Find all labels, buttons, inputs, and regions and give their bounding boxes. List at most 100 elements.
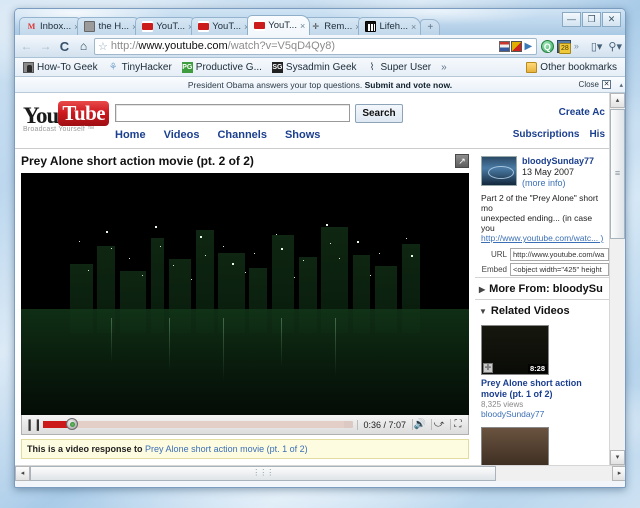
youtube-masthead: You Tube Broadcast Yourself ™ Search Home… [15, 93, 611, 149]
reload-icon[interactable]: C [56, 38, 73, 55]
other-bookmarks-folder[interactable]: Other bookmarks [522, 61, 621, 73]
bookmarks-overflow-icon[interactable]: » [437, 62, 451, 73]
history-link[interactable]: His [589, 129, 605, 140]
nav-item-shows[interactable]: Shows [285, 129, 320, 141]
browser-tab-remember[interactable]: ✛ Rem... × [303, 17, 366, 35]
related-video-uploader[interactable]: bloodySunday77 [481, 409, 607, 419]
expand-icon[interactable]: ↗ [455, 154, 469, 168]
sysadmin-geek-icon: SG [271, 61, 283, 73]
url-domain: www.youtube.com [138, 40, 228, 52]
calendar-28-icon[interactable] [556, 39, 571, 54]
search-input[interactable] [115, 104, 350, 122]
browser-tab-youtube-active[interactable]: YouT... × [247, 15, 311, 35]
bookmark-how-to-geek[interactable]: How-To Geek [19, 61, 102, 73]
search-button[interactable]: Search [355, 104, 403, 123]
avatar[interactable] [481, 156, 517, 186]
notification-close-label[interactable]: Close [579, 80, 599, 89]
address-bar[interactable]: ☆ http://www.youtube.com/watch?v=V5qD4Qy… [94, 37, 537, 55]
browser-tab-lifehacker[interactable]: Lifeh... × [358, 17, 422, 35]
bookmark-star-icon[interactable]: ☆ [98, 40, 108, 53]
page-menu-icon[interactable]: ▯▾ [591, 40, 603, 53]
description-link[interactable]: http://www.youtube.com/watc... ) [481, 233, 603, 243]
page-horizontal-scrollbar[interactable]: ◂ ▸ [15, 465, 625, 481]
browser-tab-inbox[interactable]: M Inbox... × [19, 17, 85, 35]
new-tab-icon: + [427, 22, 434, 33]
fullscreen-icon[interactable]: ⛶ [450, 419, 465, 430]
player-controls: ❙❙ 0:36 / 7:07 🔊 ⤻ ⛶ [21, 415, 469, 435]
nav-item-videos[interactable]: Videos [164, 129, 200, 141]
how-to-geek-icon [23, 61, 34, 73]
scroll-right-button[interactable]: ▸ [612, 466, 625, 481]
home-icon[interactable]: ⌂ [75, 38, 92, 55]
bookmark-label: Super User [380, 61, 432, 73]
bookmark-sysadmin-geek[interactable]: SG Sysadmin Geek [268, 61, 361, 73]
seek-bar[interactable] [43, 418, 354, 430]
wrench-menu-icon[interactable]: ⚲▾ [608, 40, 622, 53]
tab-close-icon[interactable]: × [411, 22, 416, 32]
scroll-down-button[interactable]: ▾ [610, 450, 625, 465]
bookmark-productive-geek[interactable]: PG Productive G... [178, 61, 266, 73]
color-swatch-icon[interactable] [510, 40, 522, 52]
nav-item-channels[interactable]: Channels [217, 129, 267, 141]
seek-handle[interactable] [66, 418, 79, 430]
scroll-left-button[interactable]: ◂ [15, 466, 30, 481]
url-field-input[interactable]: http://www.youtube.com/wa [510, 248, 609, 261]
list-item[interactable]: ✛ 8:28 Prey Alone short action movie (pt… [475, 321, 611, 423]
video-thumbnail[interactable]: ✛ 8:28 [481, 325, 549, 375]
horizontal-scroll-track[interactable] [30, 466, 612, 481]
youtube-icon [254, 20, 266, 31]
section-more-from[interactable]: ▶ More From: bloodySu [475, 277, 611, 299]
play-icon[interactable]: ▶ [523, 41, 534, 52]
forward-icon[interactable]: → [37, 38, 54, 55]
repeat-icon[interactable]: ⤻ [431, 419, 446, 430]
add-to-queue-icon[interactable]: ✛ [483, 363, 493, 373]
folder-icon [526, 61, 538, 73]
back-icon[interactable]: ← [18, 38, 35, 55]
subscriptions-link[interactable]: Subscriptions [513, 129, 580, 140]
notification-text: President Obama answers your top questio… [187, 79, 365, 90]
volume-icon[interactable]: 🔊 [412, 419, 427, 430]
flag-icon[interactable] [498, 40, 510, 52]
tab-close-icon[interactable]: × [300, 21, 305, 31]
browser-tab-the-h[interactable]: the H... × [77, 17, 143, 35]
embed-field-input[interactable]: <object width="425" height [510, 263, 609, 276]
nav-item-home[interactable]: Home [115, 129, 146, 141]
maximize-button[interactable]: ❐ [582, 12, 601, 27]
tab-list: M Inbox... × the H... × YouT... × YouT.. [19, 15, 441, 35]
horizontal-scroll-thumb[interactable] [30, 466, 496, 481]
page-viewport: You Tube Broadcast Yourself ™ Search Home… [15, 93, 625, 481]
super-user-icon: ⌇ [369, 61, 375, 73]
related-video-title[interactable]: Prey Alone short action movie (pt. 1 of … [481, 378, 607, 400]
minimize-button[interactable]: — [562, 12, 581, 27]
notification-cta[interactable]: Submit and vote now. [365, 80, 453, 90]
video-player[interactable] [21, 173, 469, 415]
embed-field-label: Embed [481, 265, 507, 274]
tab-label: YouT... [268, 20, 297, 31]
uploader-name[interactable]: bloodySunday77 [522, 156, 594, 167]
other-bookmarks-label: Other bookmarks [540, 61, 617, 73]
response-note-link[interactable]: Prey Alone short action movie (pt. 1 of … [145, 444, 308, 454]
scroll-up-caret-icon[interactable]: ▴ [619, 81, 623, 89]
close-button[interactable]: ✕ [602, 12, 621, 27]
browser-tab-youtube-2[interactable]: YouT... × [191, 17, 255, 35]
youtube-icon [198, 21, 210, 32]
section-related-videos[interactable]: ▼ Related Videos [475, 299, 611, 321]
close-icon[interactable]: ✕ [602, 80, 611, 89]
bookmarks-bar: How-To Geek ⚘ TinyHacker PG Productive G… [15, 58, 625, 77]
create-account-link[interactable]: Create Ac [559, 107, 605, 118]
chevron-overflow-icon[interactable]: » [574, 41, 579, 51]
page-vertical-scrollbar[interactable]: ▴ ▾ [609, 93, 625, 465]
new-tab-button[interactable]: + [420, 19, 441, 35]
bookmark-tinyhacker[interactable]: ⚘ TinyHacker [104, 62, 176, 73]
pause-button[interactable]: ❙❙ [25, 418, 42, 431]
browser-tab-youtube-1[interactable]: YouT... × [135, 17, 199, 35]
bookmark-super-user[interactable]: ⌇ Super User [363, 62, 436, 73]
vertical-scroll-thumb[interactable] [610, 109, 625, 239]
youtube-logo[interactable]: You Tube Broadcast Yourself ™ [23, 101, 110, 133]
tab-label: YouT... [212, 21, 241, 32]
more-info-link[interactable]: (more info) [522, 178, 594, 189]
buffered-bar [43, 421, 345, 428]
green-q-icon[interactable]: Q [540, 39, 554, 53]
scroll-up-button[interactable]: ▴ [610, 93, 625, 108]
uploader-meta: bloodySunday77 13 May 2007 (more info) [522, 156, 594, 189]
